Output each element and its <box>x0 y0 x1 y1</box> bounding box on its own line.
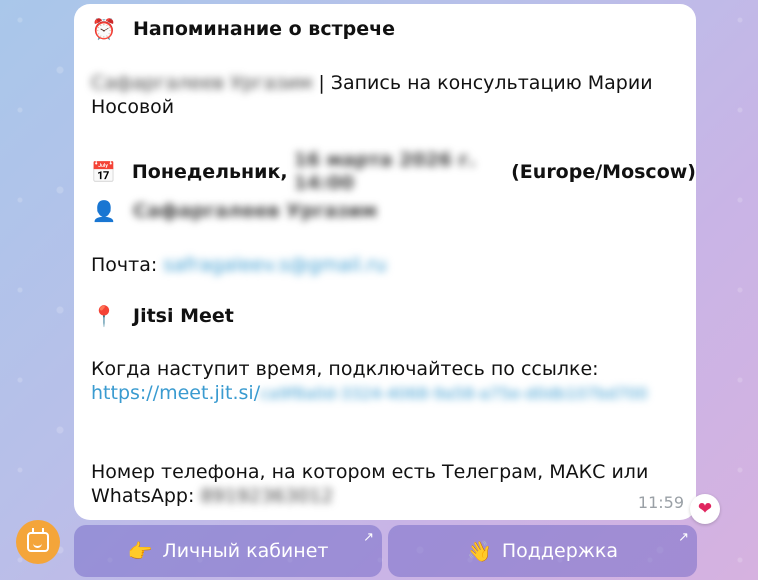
client-name-blurred: Сафаргалеев Ургазим <box>91 72 313 94</box>
service-separator: | <box>318 72 331 94</box>
alarm-clock-icon: ⏰ <box>91 17 117 41</box>
meeting-link-blurred[interactable]: ca9f8a0d-3324-4068-9a58-a75e-d0db107bd70… <box>260 382 647 405</box>
message-bubble: ⏰ Напоминание о встрече Сафаргалеев Урга… <box>74 4 696 520</box>
service-line-2: Носовой <box>91 96 175 118</box>
date-blurred: 16 марта 2026 г. 14:00 <box>293 149 476 194</box>
service-text: Запись на консультацию Марии <box>330 72 653 94</box>
support-label: Поддержка <box>501 540 619 562</box>
calendar-icon: 📅 <box>91 159 116 184</box>
place-name: Jitsi Meet <box>133 305 234 327</box>
email-link[interactable]: safragaleev.s@gmail.ru <box>163 254 386 277</box>
email-row: Почта: safragaleev.s@gmail.ru <box>91 254 387 277</box>
message-time: 11:59 <box>637 493 684 512</box>
date-row: 📅 Понедельник, 16 марта 2026 г. 14:00 (E… <box>91 149 696 195</box>
phone-label: WhatsApp: <box>91 485 195 507</box>
person-icon: 👤 <box>91 199 117 223</box>
external-arrow-icon: ↗ <box>363 530 374 545</box>
heart-icon: ❤ <box>697 499 713 519</box>
calendar-smile-icon <box>27 528 49 552</box>
support-button[interactable]: 👋 Поддержка ↗ <box>388 525 697 577</box>
date-prefix: Понедельник, <box>131 160 288 183</box>
heart-reaction[interactable]: ❤ <box>690 494 720 524</box>
date-timezone: (Europe/Moscow) <box>511 160 696 183</box>
pointing-hand-icon: 👉 <box>127 539 153 563</box>
external-arrow-icon: ↗ <box>678 530 689 545</box>
phone-text: Номер телефона, на котором есть Телеграм… <box>91 461 649 483</box>
email-label: Почта: <box>91 254 158 276</box>
pin-icon: 📍 <box>91 304 117 328</box>
personal-cabinet-label: Личный кабинет <box>162 540 329 562</box>
connect-text: Когда наступит время, подключайтесь по с… <box>91 358 599 380</box>
person-row: 👤 Сафаргалеев Ургазим <box>91 200 377 223</box>
meeting-link-visible[interactable]: https://meet.jit.si/ <box>91 382 260 404</box>
place-row: 📍 Jitsi Meet <box>91 305 234 328</box>
title-row: ⏰ Напоминание о встрече <box>91 18 395 41</box>
service-line: Сафаргалеев Ургазим | Запись на консульт… <box>91 72 653 95</box>
message-title: Напоминание о встрече <box>133 18 396 40</box>
waving-hand-icon: 👋 <box>466 539 492 563</box>
phone-blurred: 89192363012 <box>200 485 334 507</box>
meeting-link[interactable]: https://meet.jit.si/ca9f8a0d-3324-4068-9… <box>91 382 648 405</box>
person-blurred: Сафаргалеев Ургазим <box>133 200 377 222</box>
bot-calendar-button[interactable] <box>16 520 60 564</box>
personal-cabinet-button[interactable]: 👉 Личный кабинет ↗ <box>74 525 382 577</box>
phone-row: WhatsApp: 89192363012 <box>91 485 333 508</box>
